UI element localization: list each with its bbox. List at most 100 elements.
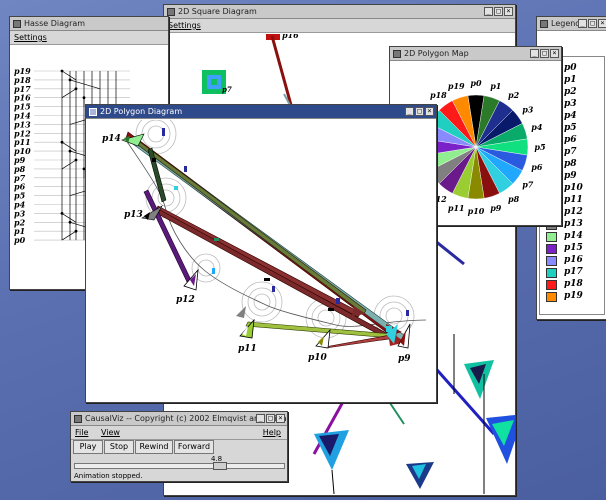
legend-title: Legend xyxy=(551,19,581,28)
pie-label-p10: p10 xyxy=(468,206,485,216)
minimize-icon[interactable]: _ xyxy=(256,414,265,423)
polygon-diagram-canvas[interactable]: p14 p13 p12 p11 p10 p9 xyxy=(86,120,436,402)
close-icon[interactable]: × xyxy=(504,7,513,16)
legend-item-p18: p18 xyxy=(546,279,596,290)
hasse-diagram-title: Hasse Diagram xyxy=(24,19,86,28)
legend-label: p8 xyxy=(564,159,577,169)
square-diagram-menubar: Settings xyxy=(164,19,515,33)
pie-label-p9: p9 xyxy=(490,203,502,213)
maximize-icon[interactable]: □ xyxy=(588,19,597,28)
hasse-edge xyxy=(61,159,77,170)
hasse-edge xyxy=(69,79,101,90)
hasse-node xyxy=(68,149,72,153)
causalviz-window[interactable]: CausalViz -- Copyright (c) 2002 Elmqvist… xyxy=(70,411,288,482)
close-icon[interactable]: × xyxy=(598,19,606,28)
legend-item-p15: p15 xyxy=(546,243,596,254)
square-diagram-titlebar[interactable]: 2D Square Diagram _ □ × xyxy=(164,5,515,19)
pie-label-p8: p8 xyxy=(508,194,520,204)
hasse-node xyxy=(68,220,72,224)
process-glyph-p10 xyxy=(315,328,331,349)
pie-label-p18: p18 xyxy=(430,90,447,100)
maximize-icon[interactable]: □ xyxy=(494,7,503,16)
close-icon[interactable]: × xyxy=(276,414,285,423)
legend-swatch xyxy=(546,256,557,266)
hasse-node xyxy=(74,87,78,91)
causalviz-titlebar[interactable]: CausalViz -- Copyright (c) 2002 Elmqvist… xyxy=(71,412,287,426)
hasse-edge xyxy=(61,88,77,98)
minimize-icon[interactable]: _ xyxy=(405,107,414,116)
cone-glyph xyxy=(464,360,494,399)
maximize-icon[interactable]: □ xyxy=(540,49,549,58)
maximize-icon[interactable]: □ xyxy=(415,107,424,116)
polygon-diagram-window[interactable]: 2D Polygon Diagram _ □ × p14 p13 p12 p11… xyxy=(85,104,437,403)
minimize-icon[interactable]: _ xyxy=(530,49,539,58)
legend-label: p1 xyxy=(564,75,577,85)
time-slider-handle[interactable] xyxy=(213,462,227,470)
minimize-icon[interactable]: _ xyxy=(578,19,587,28)
legend-label: p9 xyxy=(564,171,577,181)
legend-label: p16 xyxy=(564,255,583,265)
legend-swatch xyxy=(546,280,557,290)
hasse-diagram-titlebar[interactable]: Hasse Diagram xyxy=(10,17,168,31)
polygon-label-p11: p11 xyxy=(238,344,257,354)
pie-label-p0: p0 xyxy=(470,78,482,88)
minimize-icon[interactable]: _ xyxy=(484,7,493,16)
legend-swatch xyxy=(546,292,557,302)
legend-label: p12 xyxy=(564,207,583,217)
rewind-button[interactable]: Rewind xyxy=(135,440,173,454)
hasse-edge xyxy=(61,141,77,152)
polygon-diagram-titlebar[interactable]: 2D Polygon Diagram _ □ × xyxy=(86,105,436,119)
ripple-circles xyxy=(135,120,415,339)
legend-swatch xyxy=(546,244,557,254)
polygon-diagram-svg: p14 p13 p12 p11 p10 p9 xyxy=(102,120,427,364)
close-icon[interactable]: × xyxy=(550,49,559,58)
menu-file[interactable]: File xyxy=(75,428,88,437)
legend-label: p18 xyxy=(564,279,583,289)
legend-label: p2 xyxy=(564,87,577,97)
cone-glyph xyxy=(314,430,349,495)
legend-item-p16: p16 xyxy=(546,255,596,266)
stop-button[interactable]: Stop xyxy=(104,440,134,454)
legend-label: p17 xyxy=(564,267,583,277)
square-label-p16: p16 xyxy=(282,34,299,40)
window-menu-icon[interactable] xyxy=(13,20,21,28)
legend-titlebar[interactable]: Legend _ □ × xyxy=(537,17,606,31)
hasse-node xyxy=(74,229,78,233)
legend-item-p14: p14 xyxy=(546,231,596,242)
hasse-node xyxy=(60,69,64,73)
play-button[interactable]: Play xyxy=(73,440,103,454)
menu-help[interactable]: Help xyxy=(263,426,281,439)
polygon-label-p12: p12 xyxy=(176,295,195,305)
cone-glyph xyxy=(406,462,434,489)
close-icon[interactable]: × xyxy=(425,107,434,116)
hasse-edge xyxy=(61,213,77,223)
square-label-p7: p7 xyxy=(222,85,232,94)
hasse-node xyxy=(74,158,78,162)
pie-label-p6: p6 xyxy=(531,162,543,172)
legend-label: p0 xyxy=(564,63,577,73)
polygon-diagram-title: 2D Polygon Diagram xyxy=(100,107,183,116)
legend-label: p13 xyxy=(564,219,583,229)
menu-settings[interactable]: Settings xyxy=(14,33,47,42)
hasse-edge xyxy=(61,230,77,241)
polygon-map-titlebar[interactable]: 2D Polygon Map _ □ × xyxy=(390,47,561,61)
hasse-diagram-menubar: Settings xyxy=(10,31,168,45)
message-arrows xyxy=(125,131,409,349)
polygon-label-p10: p10 xyxy=(308,353,328,363)
window-menu-icon[interactable] xyxy=(167,8,175,16)
legend-swatch xyxy=(546,268,557,278)
window-menu-icon[interactable] xyxy=(74,415,82,423)
legend-label: p3 xyxy=(564,99,577,109)
menu-view[interactable]: View xyxy=(101,428,120,437)
maximize-icon[interactable]: □ xyxy=(266,414,275,423)
menu-settings[interactable]: Settings xyxy=(168,21,201,30)
window-menu-icon[interactable] xyxy=(540,20,548,28)
forward-button[interactable]: Forward xyxy=(174,440,214,454)
pie-label-p2: p2 xyxy=(508,90,520,100)
window-menu-icon[interactable] xyxy=(89,108,97,116)
causalviz-menubar: File View Help xyxy=(71,426,287,440)
window-menu-icon[interactable] xyxy=(393,50,401,58)
time-slider[interactable] xyxy=(74,462,285,470)
status-text: Animation stopped. xyxy=(74,472,143,480)
polygon-label-p9: p9 xyxy=(398,354,411,364)
